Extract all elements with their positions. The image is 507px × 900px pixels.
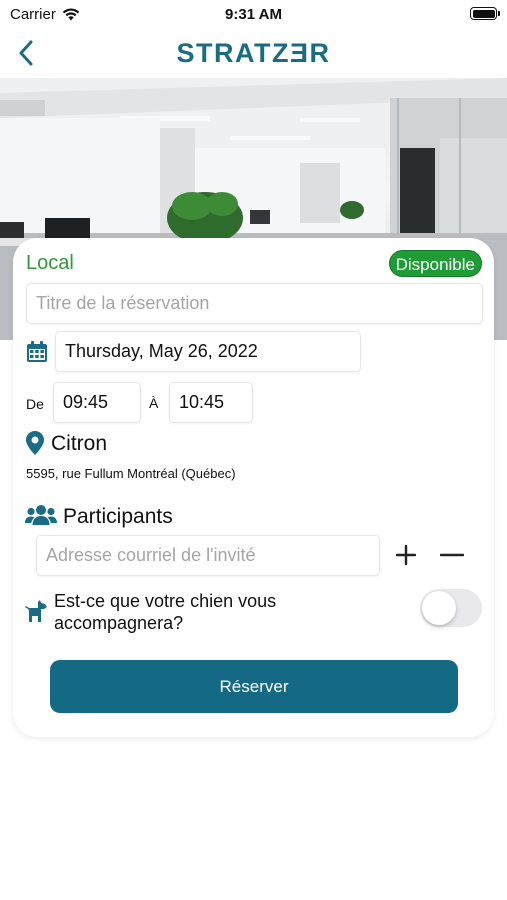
reserve-button[interactable]: Réserver [50,660,458,713]
reservation-title-placeholder: Titre de la réservation [36,293,210,313]
guest-email-placeholder: Adresse courriel de l'invité [46,545,256,565]
from-label: De [26,396,44,412]
guest-email-input[interactable]: Adresse courriel de l'invité [36,535,380,576]
minus-icon [440,553,464,557]
reserve-button-label: Réserver [219,676,289,696]
dog-icon [25,600,47,622]
status-bar: Carrier 9:31 AM [0,0,507,30]
end-time-value: 10:45 [179,392,225,412]
place-address: 5595, rue Fullum Montréal (Québec) [26,466,236,481]
to-label: À [149,395,159,411]
room-type-title: Local [26,252,74,274]
availability-badge: Disponible [388,250,482,277]
nav-bar: STRATZƎR [0,30,507,76]
add-participant-button[interactable] [392,541,420,569]
dog-question-label: Est-ce que votre chien vous accompagnera… [54,591,277,633]
date-picker[interactable]: Thursday, May 26, 2022 [55,331,361,372]
place-name: Citron [51,432,108,455]
toggle-knob [422,591,456,625]
location-pin-icon [26,431,44,455]
battery-icon [470,7,500,20]
date-value: Thursday, May 26, 2022 [65,341,258,361]
end-time-picker[interactable]: 10:45 [169,382,253,423]
plus-icon [396,545,416,565]
brand-logo: STRATZƎR [176,38,331,68]
calendar-icon [27,341,47,362]
people-icon [25,505,57,525]
remove-participant-button[interactable] [438,541,466,569]
status-time: 9:31 AM [225,6,282,23]
dog-toggle-switch[interactable] [420,589,482,627]
reservation-title-input[interactable]: Titre de la réservation [26,283,483,324]
booking-card: Local Disponible Titre de la réservation… [13,238,494,737]
start-time-value: 09:45 [63,392,109,412]
start-time-picker[interactable]: 09:45 [53,382,141,423]
participants-heading: Participants [63,505,173,528]
